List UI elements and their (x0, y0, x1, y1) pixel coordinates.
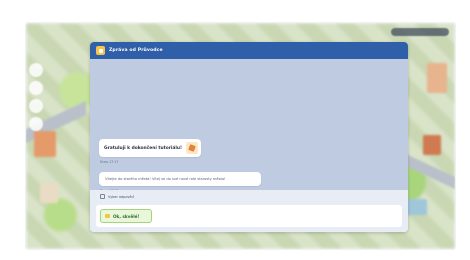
ok-icon (105, 214, 110, 218)
chat-message-text: Gratuluji k dokončení tutoriálu! (104, 145, 183, 151)
top-resource-bar (391, 28, 449, 36)
building (40, 183, 58, 203)
building (423, 135, 441, 155)
chat-message-text: Vítejte do starého města! Vítej se do sv… (105, 177, 226, 181)
building (34, 131, 56, 157)
side-menu-button[interactable] (29, 63, 43, 77)
side-menu-button[interactable] (29, 117, 43, 131)
side-menu-button[interactable] (29, 99, 43, 113)
response-label-text: Vyber odpověď (108, 194, 134, 199)
game-screenshot: Zpráva od Průvodce Gratuluji k dokončení… (26, 23, 455, 249)
building (427, 63, 447, 93)
response-label: Vyber odpověď (100, 194, 134, 199)
dialog-header: Zpráva od Průvodce (90, 42, 408, 59)
chat-area: Gratuluji k dokončení tutoriálu! Dnes 17… (90, 59, 408, 193)
chat-message: Vítejte do starého města! Vítej se do sv… (99, 172, 261, 186)
building (405, 199, 427, 215)
guide-icon (96, 46, 105, 55)
trophy-icon (186, 142, 199, 154)
chat-message: Gratuluji k dokončení tutoriálu! (99, 139, 201, 157)
response-area: Vyber odpověď Ok, skvělé! (90, 190, 408, 232)
side-menu-button[interactable] (29, 81, 43, 95)
guide-message-dialog: Zpráva od Průvodce Gratuluji k dokončení… (90, 42, 408, 232)
ok-button[interactable]: Ok, skvělé! (100, 209, 152, 223)
response-options: Ok, skvělé! (96, 205, 402, 227)
ok-button-label: Ok, skvělé! (113, 213, 140, 219)
message-timestamp: Dnes 17:17 (100, 160, 119, 164)
reply-icon (100, 194, 105, 199)
dialog-title: Zpráva od Průvodce (109, 48, 163, 53)
